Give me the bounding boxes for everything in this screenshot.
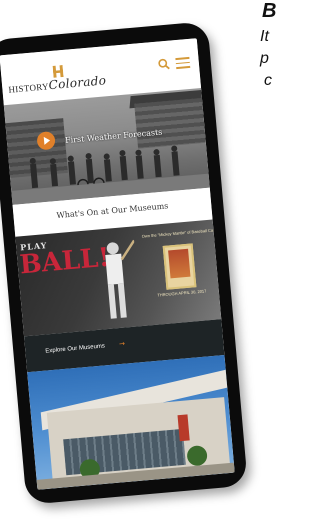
section-title: What's On at Our Museums [56,201,169,221]
side-text-line: c [264,72,272,89]
museum-photo[interactable] [27,354,235,490]
side-text-line: It [260,28,269,45]
card-label: Own the "Mickey Mantle" of Baseball Card… [141,227,219,239]
hero-image[interactable]: First Weather Forecasts [3,88,210,205]
side-text-line: p [260,50,269,67]
explore-museums-link[interactable]: Explore Our Museums [45,343,105,354]
baseball-card-image [162,243,197,290]
play-ball-banner[interactable]: PLAY BALL! Own the "Mickey Mantle" of Ba… [15,219,222,337]
logo-wordmark: HISTORYColorado [8,73,107,95]
baseball-player-figure [105,239,136,319]
baseball-card-photo [168,248,191,279]
exhibit-dates: THROUGH APRIL 30, 2017 [157,288,207,298]
logo-word: HISTORY [8,81,50,95]
phone-screen: HISTORYColorado First Weather Forecasts … [0,38,235,490]
search-icon[interactable] [157,58,170,71]
side-heading: B [262,0,277,22]
history-colorado-logo[interactable]: HISTORYColorado [7,62,107,98]
museum-banner [177,414,190,442]
hamburger-icon[interactable] [174,54,191,71]
arrow-right-icon: → [118,339,126,349]
page: B It p c HISTORYColorado First Weather F… [0,0,283,519]
logo-mark-icon [52,64,64,78]
phone-frame: HISTORYColorado First Weather Forecasts … [0,21,248,505]
side-text: It p c [260,26,283,92]
